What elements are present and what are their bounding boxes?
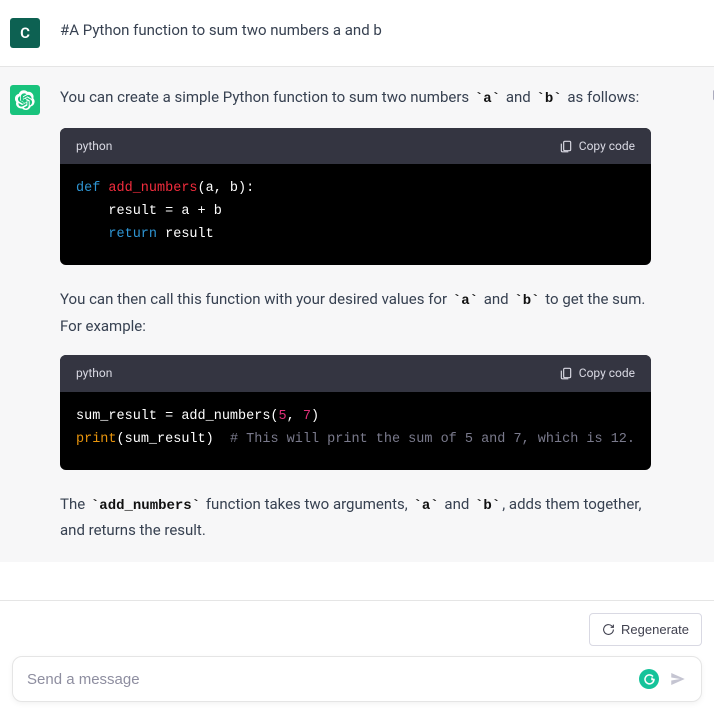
message-input-container — [12, 656, 702, 702]
clipboard-icon — [559, 366, 573, 380]
code-content: def add_numbers(a, b): result = a + b re… — [60, 164, 651, 265]
code-language-label: python — [76, 363, 112, 383]
inline-code-a: `a` — [473, 91, 502, 107]
code-block-1: python Copy code def add_numbers(a, b): … — [60, 128, 651, 265]
code-block-header: python Copy code — [60, 355, 651, 391]
assistant-avatar — [10, 85, 40, 115]
copy-code-button[interactable]: Copy code — [559, 363, 635, 383]
assistant-intro: You can create a simple Python function … — [60, 85, 651, 112]
bottom-bar: Regenerate — [0, 600, 714, 720]
grammarly-icon[interactable] — [639, 669, 659, 689]
code-block-header: python Copy code — [60, 128, 651, 164]
code-content: sum_result = add_numbers(5, 7) print(sum… — [60, 392, 651, 470]
message-input[interactable] — [27, 671, 629, 688]
assistant-outro: The `add_numbers` function takes two arg… — [60, 492, 651, 544]
assistant-message-row: You can create a simple Python function … — [0, 67, 714, 562]
openai-logo-icon — [15, 90, 35, 110]
assistant-mid: You can then call this function with you… — [60, 287, 651, 339]
regenerate-icon — [602, 623, 615, 636]
copy-code-button[interactable]: Copy code — [559, 136, 635, 156]
user-prompt-text: #A Python function to sum two numbers a … — [60, 18, 700, 48]
inline-code-b: `b` — [473, 498, 502, 514]
inline-code-fn: `add_numbers` — [89, 498, 202, 514]
code-language-label: python — [76, 136, 112, 156]
assistant-content: You can create a simple Python function … — [60, 85, 691, 544]
user-avatar: C — [10, 18, 40, 48]
inline-code-a: `a` — [411, 498, 440, 514]
send-button[interactable] — [669, 670, 687, 688]
send-icon — [669, 670, 687, 688]
inline-code-b: `b` — [512, 293, 541, 309]
code-block-2: python Copy code sum_result = add_number… — [60, 355, 651, 469]
clipboard-icon — [559, 139, 573, 153]
user-message-row: C #A Python function to sum two numbers … — [0, 0, 714, 67]
inline-code-b: `b` — [534, 91, 563, 107]
regenerate-button[interactable]: Regenerate — [589, 613, 702, 646]
inline-code-a: `a` — [451, 293, 480, 309]
